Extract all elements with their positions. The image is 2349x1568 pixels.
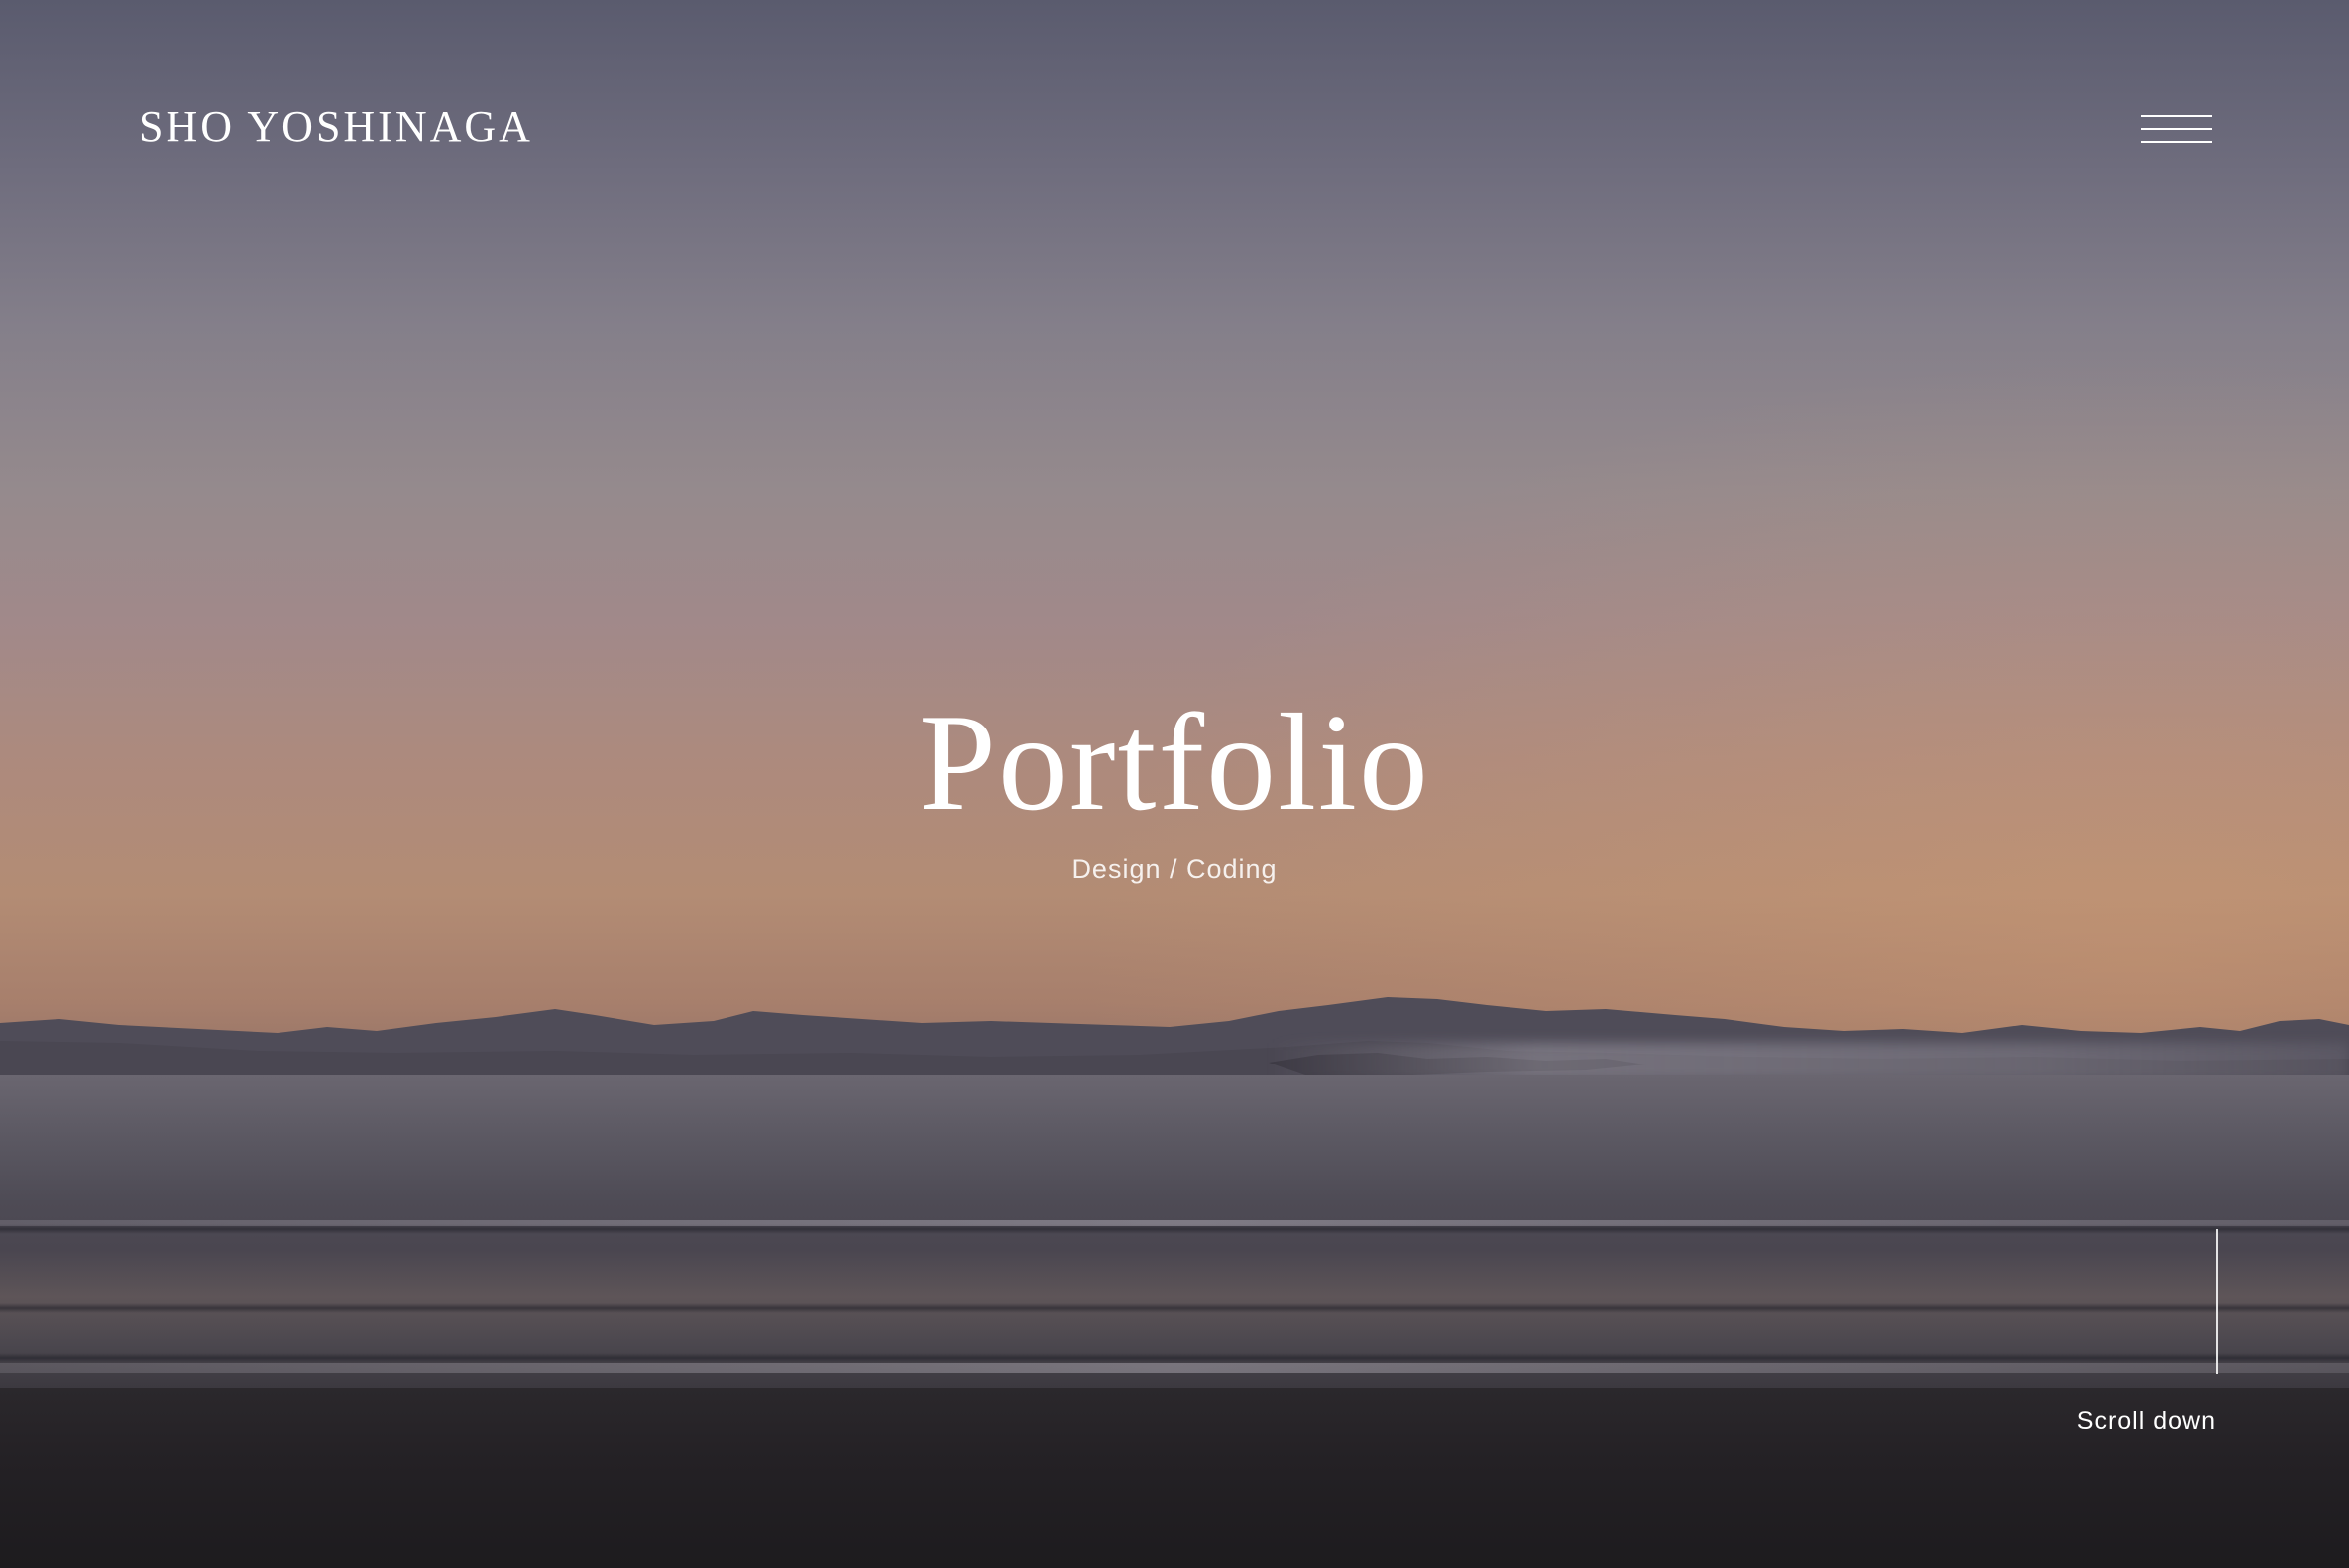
hero-title-block: Portfolio Design / Coding	[0, 684, 2349, 885]
wave-foam	[0, 1220, 2349, 1226]
menu-bar	[2141, 128, 2212, 130]
scroll-down-link[interactable]: Scroll down	[2012, 1407, 2216, 1436]
wave-line	[0, 1353, 2349, 1363]
menu-button[interactable]	[2131, 109, 2212, 155]
menu-bar	[2141, 115, 2212, 117]
page-subtitle: Design / Coding	[1071, 854, 1278, 884]
sea	[0, 1075, 2349, 1393]
hero-section: SHO YOSHINAGA Portfolio Design / Coding …	[0, 0, 2349, 1568]
scroll-indicator-line	[2216, 1229, 2218, 1374]
wave-line	[0, 1303, 2349, 1313]
page-title: Portfolio	[919, 686, 1430, 840]
site-logo[interactable]: SHO YOSHINAGA	[139, 101, 533, 152]
beach	[0, 1388, 2349, 1568]
menu-bar	[2141, 141, 2212, 143]
wave-foam	[0, 1363, 2349, 1373]
